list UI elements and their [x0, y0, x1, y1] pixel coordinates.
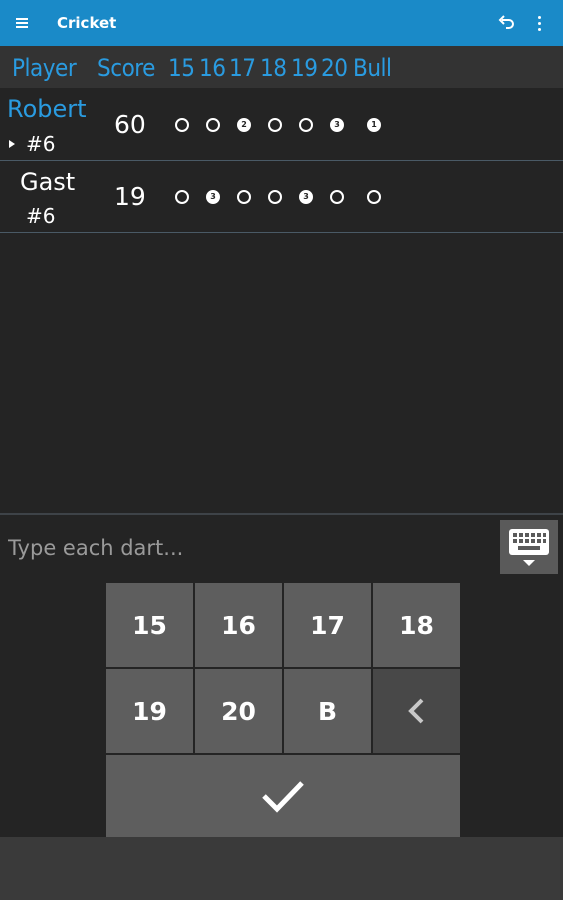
- mark-18: [268, 190, 282, 204]
- key-19[interactable]: 19: [106, 669, 193, 753]
- header-target-bull: Bull: [353, 54, 392, 82]
- dart-keypad: 15 16 17 18 19 20 B: [106, 583, 460, 837]
- mark-20: [330, 190, 344, 204]
- mark-16: [206, 118, 220, 132]
- mark-20: 3: [330, 118, 344, 132]
- column-header: Player Score 15 16 17 18 19 20 Bull: [0, 46, 563, 88]
- mark-15: [175, 118, 189, 132]
- check-icon: [262, 781, 304, 813]
- player-name: Robert: [7, 95, 87, 123]
- dart-input[interactable]: [6, 532, 490, 564]
- header-target-20: 20: [321, 54, 348, 82]
- undo-icon[interactable]: [497, 13, 517, 33]
- header-target-17: 17: [229, 54, 256, 82]
- confirm-button[interactable]: [106, 755, 460, 837]
- header-player: Player: [12, 54, 77, 82]
- mark-19: [299, 118, 313, 132]
- key-15[interactable]: 15: [106, 583, 193, 667]
- player-score: 19: [114, 182, 146, 211]
- app-bar: Cricket: [0, 0, 563, 46]
- dart-input-area: [0, 518, 496, 576]
- player-number: #6: [26, 204, 56, 228]
- menu-icon[interactable]: [13, 14, 33, 32]
- keyboard-hide-icon: [509, 529, 549, 566]
- active-player-indicator-icon: [9, 140, 15, 148]
- player-row: Robert #6 60 2 3 1: [0, 88, 563, 161]
- player-name: Gast: [20, 168, 76, 196]
- player-score: 60: [114, 110, 146, 139]
- header-target-16: 16: [199, 54, 226, 82]
- key-20[interactable]: 20: [195, 669, 282, 753]
- key-17[interactable]: 17: [284, 583, 371, 667]
- key-bull[interactable]: B: [284, 669, 371, 753]
- input-divider: [0, 513, 563, 515]
- mark-bull: 1: [367, 118, 381, 132]
- key-18[interactable]: 18: [373, 583, 460, 667]
- mark-17: [237, 190, 251, 204]
- header-score: Score: [97, 54, 155, 82]
- header-target-19: 19: [291, 54, 318, 82]
- keyboard-toggle-button[interactable]: [500, 520, 558, 574]
- mark-bull: [367, 190, 381, 204]
- player-number: #6: [26, 132, 56, 156]
- mark-16: 3: [206, 190, 220, 204]
- backspace-button[interactable]: [373, 669, 460, 753]
- header-target-18: 18: [260, 54, 287, 82]
- mark-19: 3: [299, 190, 313, 204]
- header-target-15: 15: [168, 54, 195, 82]
- mark-17: 2: [237, 118, 251, 132]
- mark-18: [268, 118, 282, 132]
- key-16[interactable]: 16: [195, 583, 282, 667]
- player-row: Gast #6 19 3 3: [0, 160, 563, 233]
- mark-15: [175, 190, 189, 204]
- app-title: Cricket: [57, 14, 117, 32]
- bottom-bar: [0, 837, 563, 900]
- more-vert-icon[interactable]: [531, 13, 547, 33]
- chevron-left-icon: [407, 698, 423, 724]
